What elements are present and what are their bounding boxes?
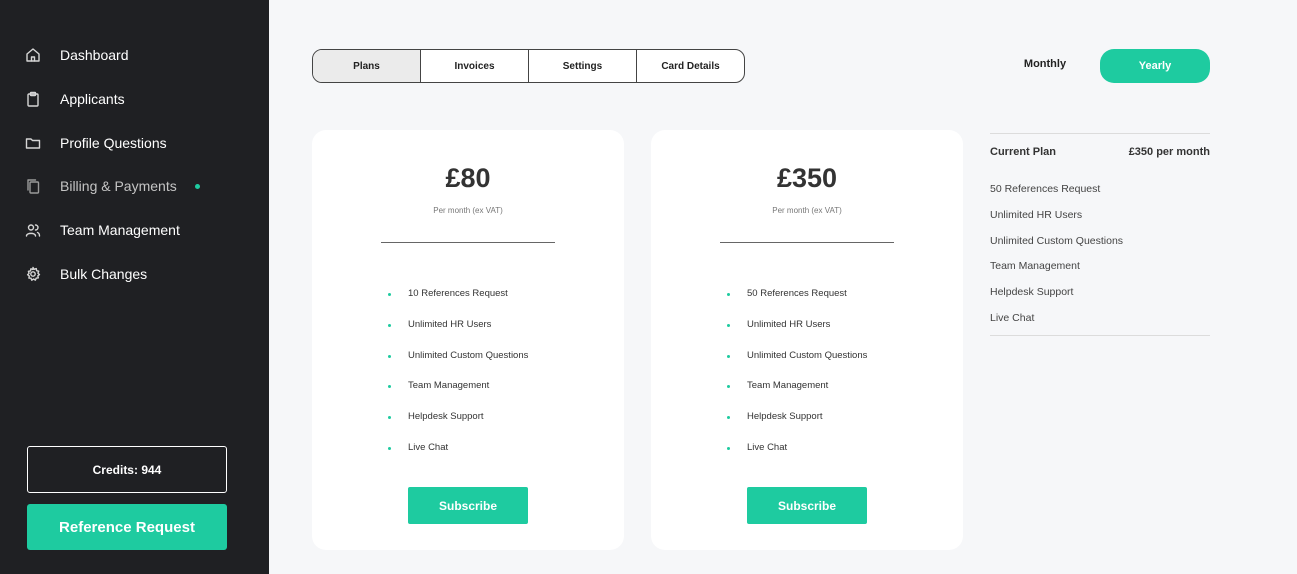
- sidebar-item-label: Team Management: [60, 222, 180, 238]
- current-plan-header: Current Plan £350 per month: [990, 146, 1210, 158]
- current-plan-feature: Helpdesk Support: [990, 286, 1074, 299]
- bullet-dot-icon: [388, 354, 391, 358]
- sidebar-item-label: Dashboard: [60, 47, 129, 63]
- sidebar-item-team-management[interactable]: Team Management: [24, 218, 180, 242]
- yearly-toggle-button[interactable]: Yearly: [1100, 49, 1210, 83]
- tab-plans[interactable]: Plans: [313, 50, 421, 82]
- plan-feature-list: 10 References Request Unlimited HR Users…: [388, 288, 528, 473]
- current-plan-feature: 50 References Request: [990, 183, 1101, 195]
- bullet-dot-icon: [727, 385, 730, 389]
- plan-feature: Helpdesk Support: [727, 411, 867, 442]
- tab-invoices[interactable]: Invoices: [421, 50, 529, 82]
- feature-label: Unlimited HR Users: [747, 318, 831, 330]
- feature-label: Helpdesk Support: [408, 411, 484, 423]
- current-plan-feature: Unlimited HR Users: [990, 208, 1083, 221]
- users-icon: [24, 221, 42, 239]
- sidebar-item-applicants[interactable]: Applicants: [24, 87, 125, 111]
- current-plan-feature: Unlimited Custom Questions: [990, 234, 1124, 247]
- feature-label: Live Chat: [747, 441, 788, 453]
- plan-feature: 10 References Request: [388, 288, 528, 319]
- plan-price: £350: [776, 163, 838, 193]
- sidebar-item-bulk-changes[interactable]: Bulk Changes: [24, 262, 147, 286]
- reference-request-button[interactable]: Reference Request: [27, 504, 227, 550]
- tab-card-details[interactable]: Card Details: [637, 50, 744, 82]
- plan-feature: Team Management: [727, 380, 867, 411]
- plan-feature: Unlimited Custom Questions: [388, 350, 528, 381]
- divider: [381, 242, 555, 243]
- tab-settings[interactable]: Settings: [529, 50, 637, 82]
- billing-tabs: Plans Invoices Settings Card Details: [312, 49, 745, 83]
- plan-card: £80 Per month (ex VAT) 10 References Req…: [312, 130, 624, 550]
- plan-feature: Live Chat: [727, 442, 867, 473]
- sidebar: Dashboard Applicants Profile Questions B…: [0, 0, 269, 574]
- sidebar-item-billing-payments[interactable]: Billing & Payments: [24, 174, 200, 198]
- bullet-dot-icon: [388, 323, 391, 327]
- monthly-toggle-button[interactable]: Monthly: [1010, 58, 1080, 74]
- subscribe-button[interactable]: Subscribe: [747, 487, 867, 524]
- bullet-dot-icon: [388, 446, 391, 450]
- plan-feature: Unlimited HR Users: [727, 319, 867, 350]
- copy-icon: [24, 177, 42, 195]
- current-plan-panel: Current Plan £350 per month 50 Reference…: [990, 133, 1210, 336]
- bullet-dot-icon: [727, 416, 730, 420]
- plan-feature: Team Management: [388, 380, 528, 411]
- feature-label: Team Management: [747, 380, 829, 392]
- plan-feature: Unlimited Custom Questions: [727, 350, 867, 381]
- sidebar-item-label: Billing & Payments: [60, 178, 177, 194]
- plan-feature-list: 50 References Request Unlimited HR Users…: [727, 288, 867, 473]
- folder-icon: [24, 134, 42, 152]
- plan-period: Per month (ex VAT): [433, 206, 503, 215]
- bullet-dot-icon: [388, 293, 391, 296]
- bullet-dot-icon: [727, 323, 730, 327]
- sidebar-item-profile-questions[interactable]: Profile Questions: [24, 131, 167, 155]
- bullet-dot-icon: [388, 385, 391, 389]
- bullet-dot-icon: [727, 446, 730, 450]
- plan-feature: Live Chat: [388, 442, 528, 473]
- sidebar-item-label: Applicants: [60, 91, 125, 107]
- home-icon: [24, 46, 42, 64]
- bullet-dot-icon: [388, 416, 391, 420]
- feature-label: 10 References Request: [408, 288, 508, 299]
- active-indicator-dot: [194, 183, 200, 189]
- clipboard-icon: [24, 90, 42, 108]
- plan-feature: Unlimited HR Users: [388, 319, 528, 350]
- feature-label: Unlimited HR Users: [408, 318, 492, 330]
- feature-label: Live Chat: [408, 441, 449, 453]
- plan-feature: Helpdesk Support: [388, 411, 528, 442]
- gear-icon: [24, 265, 42, 283]
- plan-period: Per month (ex VAT): [772, 206, 842, 215]
- current-plan-price: £350 per month: [1128, 146, 1210, 158]
- divider: [720, 242, 894, 243]
- plan-price: £80: [445, 163, 491, 193]
- sidebar-item-label: Bulk Changes: [60, 266, 148, 282]
- bullet-dot-icon: [727, 293, 730, 296]
- current-plan-title: Current Plan: [990, 146, 1057, 158]
- current-plan-feature: Live Chat: [990, 311, 1035, 324]
- sidebar-item-label: Profile Questions: [60, 135, 167, 151]
- sidebar-item-dashboard[interactable]: Dashboard: [24, 43, 129, 67]
- feature-label: Helpdesk Support: [747, 411, 823, 423]
- plan-card: £350 Per month (ex VAT) 50 References Re…: [651, 130, 963, 550]
- subscribe-button[interactable]: Subscribe: [408, 487, 528, 524]
- bullet-dot-icon: [727, 354, 730, 358]
- current-plan-feature-list: 50 References Request Unlimited HR Users…: [990, 183, 1123, 338]
- current-plan-feature: Team Management: [990, 260, 1080, 273]
- feature-label: Unlimited Custom Questions: [747, 349, 868, 361]
- credits-display: Credits: 944: [27, 446, 227, 493]
- feature-label: Unlimited Custom Questions: [408, 349, 529, 361]
- feature-label: 50 References Request: [747, 288, 847, 299]
- feature-label: Team Management: [408, 380, 490, 392]
- plan-feature: 50 References Request: [727, 288, 867, 319]
